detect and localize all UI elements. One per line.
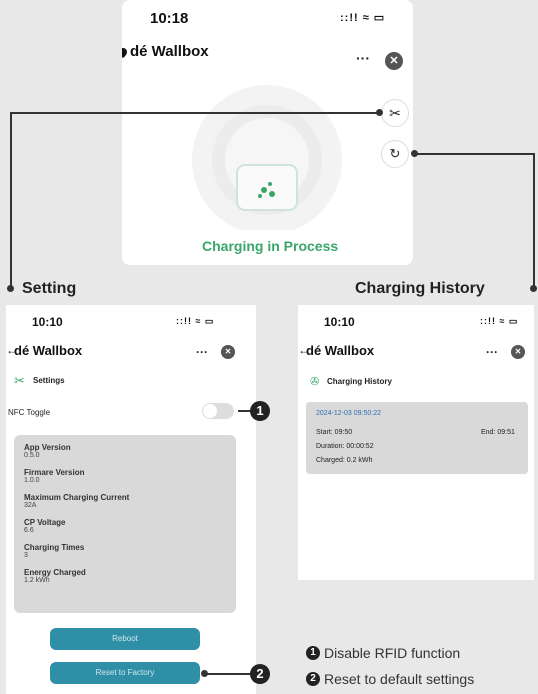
info-label: Energy Charged xyxy=(24,568,86,577)
info-value: 0.5.0 xyxy=(24,452,40,459)
info-row: App Version 0.5.0 xyxy=(24,443,226,459)
location-pin-icon xyxy=(122,45,127,58)
info-label: Firmare Version xyxy=(24,468,85,477)
record-datetime: 2024-12-03 09:50:22 xyxy=(316,410,381,417)
legend-item-1: 1 Disable RFID function xyxy=(306,645,460,661)
connector-line xyxy=(414,153,535,155)
legend-text: Reset to default settings xyxy=(324,671,475,687)
app-title: dé Wallbox xyxy=(306,343,375,358)
info-value: 3 xyxy=(24,552,28,559)
connector-dot xyxy=(376,109,383,116)
info-row: Maximum Charging Current 32A xyxy=(24,493,226,509)
connector-dot xyxy=(201,670,208,677)
callout-badge-2: 2 xyxy=(250,664,270,684)
info-row: Firmare Version 1.0.0 xyxy=(24,468,226,484)
device-info-card: App Version 0.5.0 Firmare Version 1.0.0 Ma… xyxy=(14,435,236,613)
status-time: 10:10 xyxy=(32,315,63,329)
legend-item-2: 2 Reset to default settings xyxy=(306,671,474,687)
connector-dot xyxy=(411,150,418,157)
reboot-button[interactable]: Reboot xyxy=(50,628,200,650)
close-button[interactable]: ✕ xyxy=(221,345,235,359)
info-row: CP Voltage 6.6 xyxy=(24,518,226,534)
info-label: CP Voltage xyxy=(24,518,66,527)
charging-history-label: Charging History xyxy=(355,280,485,297)
history-title: Charging History xyxy=(327,377,392,386)
connector-line xyxy=(10,112,12,287)
settings-phone-screen: 10:10 ::!! ≈ ▭ ← dé Wallbox ··· ✕ ✂ Sett… xyxy=(6,305,256,694)
legend-text: Disable RFID function xyxy=(324,645,461,661)
connector-dot xyxy=(7,285,14,292)
info-label: Maximum Charging Current xyxy=(24,493,130,502)
info-value: 6.6 xyxy=(24,527,34,534)
record-charged: Charged: 0.2 kWh xyxy=(316,457,373,464)
more-menu-button[interactable]: ··· xyxy=(196,345,208,359)
charging-status-text: Charging in Process xyxy=(202,238,339,254)
info-value: 1.2 kWh xyxy=(24,577,50,584)
callout-badge-1: 1 xyxy=(250,401,270,421)
toggle-knob xyxy=(203,404,217,418)
record-start: Start: 09:50 xyxy=(316,429,353,436)
settings-title: Settings xyxy=(33,376,65,385)
app-title: dé Wallbox xyxy=(130,43,209,60)
status-icons: ::!! ≈ ▭ xyxy=(176,316,215,326)
nfc-toggle-switch[interactable] xyxy=(202,403,234,419)
connector-line xyxy=(10,112,379,114)
history-icon: ✇ xyxy=(310,376,320,388)
history-button[interactable]: ↻ xyxy=(381,140,409,168)
status-time: 10:18 xyxy=(150,10,189,27)
info-value: 1.0.0 xyxy=(24,477,40,484)
info-row: Energy Charged 1.2 kWh xyxy=(24,568,226,584)
connector-line xyxy=(205,673,253,675)
app-title: dé Wallbox xyxy=(14,343,83,358)
connector-dot xyxy=(530,285,537,292)
tools-icon: ✂ xyxy=(14,373,25,388)
legend-number: 2 xyxy=(306,672,320,686)
top-phone-screen: 10:18 ::!! ≈ ▭ dé Wallbox ··· ✕ ✂ ↻ Char… xyxy=(122,0,413,265)
status-time: 10:10 xyxy=(324,315,355,329)
info-value: 32A xyxy=(24,502,37,509)
tools-button[interactable]: ✂ xyxy=(381,99,409,127)
more-menu-button[interactable]: ··· xyxy=(356,50,370,66)
close-button[interactable]: ✕ xyxy=(511,345,525,359)
status-icons: ::!! ≈ ▭ xyxy=(480,316,519,326)
connector-line xyxy=(533,153,535,287)
legend-number: 1 xyxy=(306,646,320,660)
charger-illustration xyxy=(192,85,342,230)
status-icons: ::!! ≈ ▭ xyxy=(340,12,386,24)
history-record-card[interactable]: 2024-12-03 09:50:22 Start: 09:50 End: 09… xyxy=(306,402,528,474)
setting-label: Setting xyxy=(22,280,77,297)
reset-factory-button[interactable]: Reset to Factory xyxy=(50,662,200,684)
info-label: Charging Times xyxy=(24,543,85,552)
history-phone-screen: 10:10 ::!! ≈ ▭ ← dé Wallbox ··· ✕ ✇ Char… xyxy=(298,305,534,580)
more-menu-button[interactable]: ··· xyxy=(486,345,498,359)
info-row: Charging Times 3 xyxy=(24,543,226,559)
nfc-toggle-label: NFC Toggle xyxy=(8,408,51,417)
info-label: App Version xyxy=(24,443,71,452)
close-button[interactable]: ✕ xyxy=(385,52,403,70)
record-end: End: 09:51 xyxy=(481,429,515,436)
record-duration: Duration: 00:00:52 xyxy=(316,443,374,450)
